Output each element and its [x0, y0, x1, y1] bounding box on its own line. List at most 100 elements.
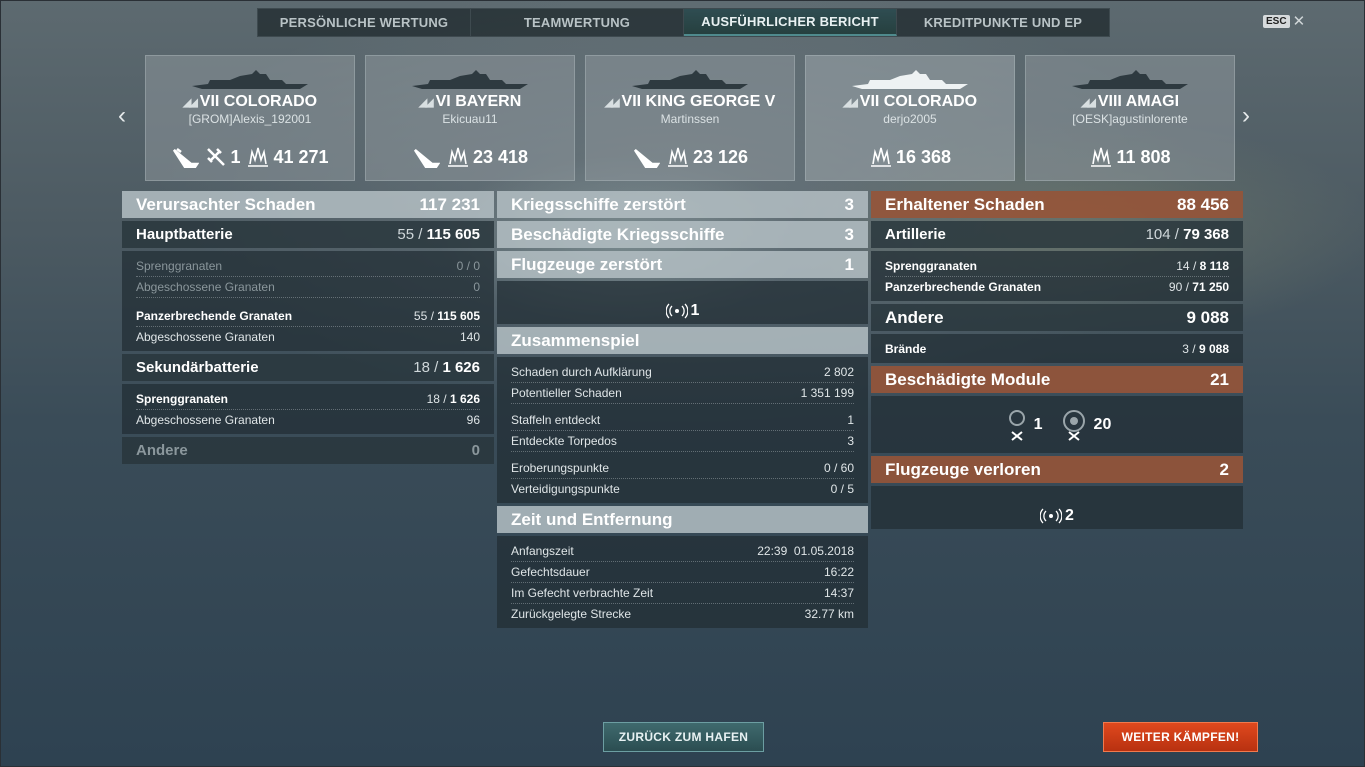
table-row: Panzerbrechende Granaten 55 / 115 605 — [136, 306, 480, 327]
ship-stats: 23 126 — [586, 146, 794, 168]
section-value: 18 / 1 626 — [413, 359, 480, 376]
ship-silhouette-icon — [412, 70, 528, 89]
steering-gear-icon — [1008, 410, 1025, 441]
main-battery-header: Hauptbatterie 55 / 115 605 — [122, 221, 494, 248]
player-name: [GROM]Alexis_192001 — [188, 112, 312, 126]
ship-card-player[interactable]: ◢◢ VII COLORADO derjo2005 16 368 — [805, 55, 1015, 181]
table-row: Im Gefecht verbrachte Zeit 14:37 — [511, 583, 854, 604]
table-row: Gefechtsdauer 16:22 — [511, 562, 854, 583]
keep-fighting-button[interactable]: WEITER KÄMPFEN! — [1103, 722, 1258, 752]
artillery-header: Artillerie 104 / 79 368 — [871, 221, 1243, 248]
table-row: Zurückgelegte Strecke 32.77 km — [511, 607, 854, 621]
ship-sunk-icon — [173, 148, 200, 168]
table-row: Anfangszeit 22:39 01.05.2018 — [511, 541, 854, 562]
close-button[interactable]: ESC ✕ — [1263, 12, 1305, 30]
ship-name: ◢◢ VII COLORADO — [842, 93, 978, 110]
damage-burst-icon — [1091, 147, 1112, 167]
plane-icon — [1040, 508, 1063, 524]
section-label: Hauptbatterie — [136, 226, 233, 243]
time-distance-details: Anfangszeit 22:39 01.05.2018 Gefechtsdaue… — [497, 536, 868, 628]
ships-destroyed-header: Kriegsschiffe zerstört 3 — [497, 191, 868, 218]
tab-credits-xp[interactable]: KREDITPUNKTE UND EP — [897, 9, 1109, 36]
table-row: Abgeschossene Granaten 0 — [136, 277, 480, 298]
tab-team-score[interactable]: TEAMWERTUNG — [471, 9, 684, 36]
damage-burst-icon — [870, 147, 891, 167]
other-received-header: Andere 9 088 — [871, 304, 1243, 331]
ship-silhouette-icon — [1072, 70, 1188, 89]
ship-sunk-icon — [413, 149, 440, 168]
ship-silhouette-icon — [852, 70, 968, 89]
ship-name: ◢◢ VII COLORADO — [182, 93, 318, 110]
tab-detailed-report[interactable]: AUSFÜHRLICHER BERICHT — [684, 9, 897, 36]
plane-icon — [665, 303, 688, 319]
section-value: 0 — [471, 442, 480, 459]
damage-burst-icon — [667, 147, 688, 167]
ship-card[interactable]: ◢◢ VIII AMAGI [OESK]agustinlorente 11 808 — [1025, 55, 1235, 181]
ship-card[interactable]: ◢◢ VI BAYERN Ekicuau11 23 418 — [365, 55, 575, 181]
table-row: Abgeschossene Granaten 140 — [136, 330, 480, 344]
damaged-modules-details: 1 20 — [871, 396, 1243, 453]
main-battery-details: Sprenggranaten 0 / 0 Abgeschossene Granat… — [122, 251, 494, 351]
table-row: Sprenggranaten 14 / 8 118 — [885, 256, 1229, 277]
table-row: Brände 3 / 9 088 — [885, 342, 1229, 356]
other-received-details: Brände 3 / 9 088 — [871, 334, 1243, 363]
player-name: Martinssen — [660, 112, 720, 126]
player-name: [OESK]agustinlorente — [1072, 112, 1188, 126]
table-row: Sprenggranaten 18 / 1 626 — [136, 389, 480, 410]
ship-stats: 1 41 271 — [146, 146, 354, 168]
player-name: derjo2005 — [883, 112, 937, 126]
damage-received-panel: Erhaltener Schaden 88 456 Artillerie 104 … — [871, 191, 1243, 532]
damage-dealt-panel: Verursachter Schaden 117 231 Hauptbatter… — [122, 191, 494, 464]
ship-sunk-icon — [633, 149, 660, 168]
plane-count: 1 — [690, 302, 700, 319]
close-icon: ✕ — [1292, 13, 1306, 30]
damaged-modules-header: Beschädigte Module 21 — [871, 366, 1243, 393]
damage-burst-icon — [447, 147, 468, 167]
planes-lost-header: Flugzeuge verloren 2 — [871, 456, 1243, 483]
damage-burst-icon — [248, 147, 269, 167]
planes-destroyed-header: Flugzeuge zerstört 1 — [497, 251, 868, 278]
next-arrow-icon[interactable]: › — [1239, 104, 1253, 128]
damage-received-header: Erhaltener Schaden 88 456 — [871, 191, 1243, 218]
section-value: 55 / 115 605 — [397, 226, 480, 243]
ship-carousel: ◢◢ VII COLORADO [GROM]Alexis_192001 1 41 … — [145, 55, 1235, 181]
combat-panel: Kriegsschiffe zerstört 3 Beschädigte Krie… — [497, 191, 868, 631]
panel-total: 117 231 — [419, 194, 480, 214]
table-row: Staffeln entdeckt 1 — [511, 410, 854, 431]
planes-destroyed-details: 1 — [497, 281, 868, 324]
section-label: Sekundärbatterie — [136, 359, 259, 376]
ship-name: ◢◢ VIII AMAGI — [1080, 93, 1180, 110]
engine-module-icon — [1062, 410, 1085, 441]
time-distance-header: Zeit und Entfernung — [497, 506, 868, 533]
prev-arrow-icon[interactable]: ‹ — [115, 104, 129, 128]
table-row: Eroberungspunkte 0 / 60 — [511, 458, 854, 479]
ship-stats: 11 808 — [1026, 146, 1234, 168]
ship-silhouette-icon — [192, 70, 308, 89]
plane-shot-icon — [207, 148, 226, 166]
secondary-battery-details: Sprenggranaten 18 / 1 626 Abgeschossene G… — [122, 384, 494, 434]
table-row: Schaden durch Aufklärung 2 802 — [511, 362, 854, 383]
artillery-details: Sprenggranaten 14 / 8 118 Panzerbrechende… — [871, 251, 1243, 301]
tab-personal-score[interactable]: PERSÖNLICHE WERTUNG — [258, 9, 471, 36]
damage-dealt-header: Verursachter Schaden 117 231 — [122, 191, 494, 218]
planes-lost-details: 2 — [871, 486, 1243, 529]
other-damage-header: Andere 0 — [122, 437, 494, 464]
table-row: Verteidigungspunkte 0 / 5 — [511, 482, 854, 496]
player-name: Ekicuau11 — [442, 112, 498, 126]
ship-card[interactable]: ◢◢ VII KING GEORGE V Martinssen 23 126 — [585, 55, 795, 181]
teamplay-details: Schaden durch Aufklärung 2 802 Potentiell… — [497, 357, 868, 503]
ship-stats: 23 418 — [366, 146, 574, 168]
table-row: Potentieller Schaden 1 351 199 — [511, 383, 854, 404]
table-row: Entdeckte Torpedos 3 — [511, 431, 854, 452]
ship-stats: 16 368 — [806, 146, 1014, 168]
ship-name: ◢◢ VII KING GEORGE V — [604, 93, 776, 110]
ship-card[interactable]: ◢◢ VII COLORADO [GROM]Alexis_192001 1 41 … — [145, 55, 355, 181]
back-to-port-button[interactable]: ZURÜCK ZUM HAFEN — [603, 722, 764, 752]
ship-name: ◢◢ VI BAYERN — [418, 93, 522, 110]
secondary-battery-header: Sekundärbatterie 18 / 1 626 — [122, 354, 494, 381]
tab-bar: PERSÖNLICHE WERTUNG TEAMWERTUNG AUSFÜHRL… — [257, 8, 1110, 37]
section-label: Andere — [136, 442, 188, 459]
ships-damaged-header: Beschädigte Kriegsschiffe 3 — [497, 221, 868, 248]
table-row: Panzerbrechende Granaten 90 / 71 250 — [885, 280, 1229, 294]
teamplay-header: Zusammenspiel — [497, 327, 868, 354]
